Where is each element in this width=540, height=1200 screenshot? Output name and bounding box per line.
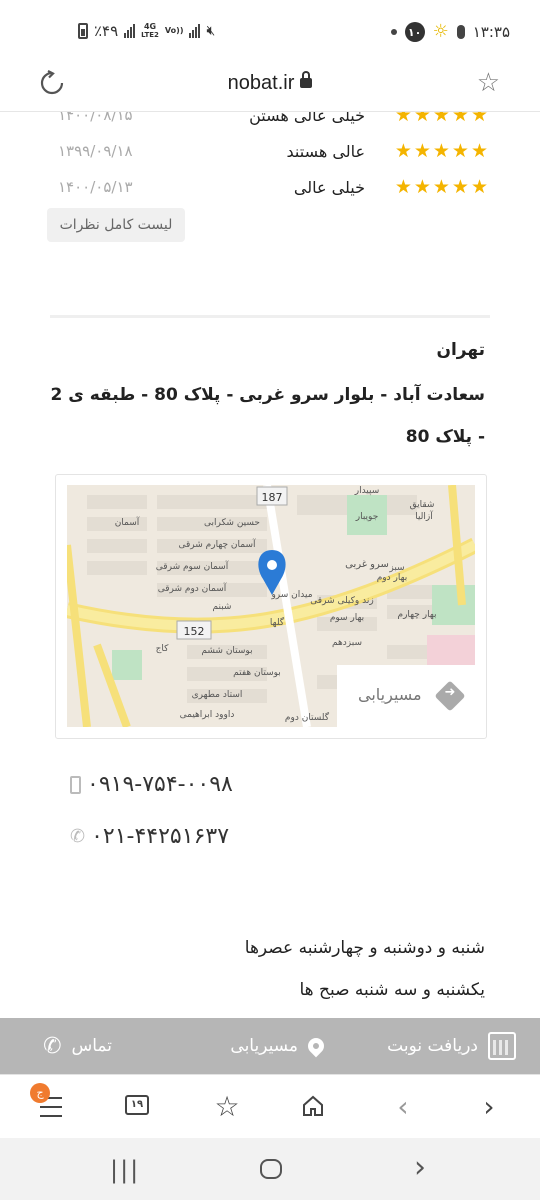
map-label: شبنم <box>213 602 232 612</box>
lock-icon <box>300 71 313 88</box>
map-label: گلها <box>270 616 285 628</box>
tab-count: ۱۹ <box>130 1099 144 1110</box>
home-icon[interactable] <box>302 1095 324 1117</box>
map-label: آسمان چهارم شرقی <box>178 538 256 550</box>
rating-stars: ★★★★★ <box>394 140 490 162</box>
review-date: ۱۳۹۹/۰۹/۱۸ <box>58 142 133 160</box>
map-label: زند وکیلی شرقی <box>310 596 373 606</box>
map-label: آسمان سوم شرقی <box>156 560 229 572</box>
mobile-phone-icon <box>70 775 81 794</box>
status-time: ۱۳:۳۵ <box>472 23 510 41</box>
back-arrow-icon[interactable]: ‹ <box>386 1091 420 1125</box>
signal-icon <box>124 24 136 38</box>
status-bar: ٪۴۹ 4G LTE2 Vo)) 🔇︎ ۱۰ ☼ ۱۳:۳۵ <box>0 0 540 62</box>
map-label: 152 <box>184 625 205 638</box>
review-text: خیلی عالی <box>293 178 365 197</box>
contact-label: تماس <box>71 1036 113 1056</box>
review-item: ★★★★★ خیلی عالی ۱۴۰۰/۰۵/۱۳ <box>50 170 490 202</box>
map-label: شقایق <box>410 500 435 510</box>
section-divider <box>50 315 490 318</box>
browser-toolbar: ج ۱۹ ☆ ‹ › <box>0 1074 540 1138</box>
url-field[interactable]: nobat.ir <box>0 71 540 95</box>
review-date: ۱۴۰۰/۰۵/۱۳ <box>58 178 133 196</box>
rating-stars: ★★★★★ <box>394 112 490 126</box>
route-button[interactable]: مسیریابی <box>230 1018 328 1074</box>
url-text: nobat.ir <box>227 72 295 94</box>
map-label: داوود ابراهیمی <box>180 710 235 720</box>
working-hours-line: شنبه و دوشنبه و چهارشنبه عصرها <box>244 938 485 958</box>
get-appointment-button[interactable]: دریافت نوبت <box>387 1018 516 1074</box>
map-label: بوستان ششم <box>201 646 252 656</box>
map-label: کاج <box>156 644 170 654</box>
forward-arrow-icon[interactable]: › <box>472 1091 506 1125</box>
map-label: سپیدار <box>354 486 380 496</box>
landline-number[interactable]: ✆ ۰۲۱-۴۴۲۵۱۶۳۷ <box>70 824 229 849</box>
contact-button[interactable]: تماس ✆ <box>43 1018 112 1074</box>
map-label: سبزدهم <box>332 638 362 648</box>
network-type: 4G LTE2 <box>141 22 159 40</box>
mute-icon: 🔇︎ <box>206 23 216 39</box>
map-label: بهار سوم <box>330 613 364 623</box>
address-text: سعادت آباد - بلوار سرو غربی - پلاک 80 - … <box>50 385 485 447</box>
browser-url-bar: nobat.ir ☆ <box>0 62 540 112</box>
mobile-number[interactable]: ۰۹۱۹-۷۵۴-۰۰۹۸ <box>70 772 233 797</box>
microphone-icon <box>456 25 465 39</box>
map-label: 187 <box>262 491 283 504</box>
map-label: حسین شکرابی <box>204 518 260 528</box>
rating-stars: ★★★★★ <box>394 176 490 198</box>
mobile-number-text: ۰۹۱۹-۷۵۴-۰۰۹۸ <box>87 772 233 797</box>
signal-icon-2 <box>189 24 201 38</box>
review-item: ★★★★★ خیلی عالی هستن ۱۴۰۰/۰۸/۱۵ <box>50 112 490 130</box>
phone-icon: ✆ <box>70 826 86 847</box>
map-label: آسمان <box>115 516 140 528</box>
weather-icon: ☼ <box>432 21 449 42</box>
working-hours-line: یکشنبه و سه شنبه صبح ها <box>299 980 485 1000</box>
review-item: ★★★★★ عالی هستند ۱۳۹۹/۰۹/۱۸ <box>50 134 490 166</box>
status-right: ۱۰ ☼ ۱۳:۳۵ <box>390 21 510 42</box>
get-appointment-label: دریافت نوبت <box>387 1036 478 1056</box>
notification-dot-icon <box>390 29 397 35</box>
map-label: گلستان دوم <box>285 711 330 723</box>
review-date: ۱۴۰۰/۰۸/۱۵ <box>58 112 133 124</box>
notification-count-badge: ۱۰ <box>404 22 425 42</box>
recent-apps-icon[interactable]: ||| <box>110 1156 140 1184</box>
map-label: جویبار <box>355 512 379 522</box>
bookmark-star-icon[interactable]: ☆ <box>477 68 500 98</box>
review-text: خیلی عالی هستن <box>249 112 365 125</box>
system-nav-bar: ||| › <box>0 1138 540 1200</box>
landline-number-text: ۰۲۱-۴۴۲۵۱۶۳۷ <box>91 824 230 849</box>
map-label: سبز <box>388 563 404 573</box>
map-label: بوستان هفتم <box>233 668 281 678</box>
bookmarks-icon[interactable]: ☆ <box>210 1091 244 1125</box>
map-label: میدان سرو <box>270 590 312 600</box>
battery-level: ٪۴۹ <box>94 22 119 40</box>
map-label: بهار چهارم <box>398 610 437 620</box>
volte-indicator: Vo)) <box>164 26 184 35</box>
back-nav-icon[interactable]: › <box>414 1150 426 1185</box>
battery-icon <box>78 23 88 39</box>
phone-handset-icon: ✆ <box>43 1033 62 1059</box>
status-left: ٪۴۹ 4G LTE2 Vo)) 🔇︎ <box>78 22 215 40</box>
action-bar: دریافت نوبت مسیریابی تماس ✆ <box>0 1018 540 1074</box>
map-label: آزالیا <box>415 510 433 522</box>
city-name: تهران <box>436 340 485 360</box>
map-route-label[interactable]: مسیریابی <box>358 685 422 704</box>
review-text: عالی هستند <box>286 142 365 161</box>
map-label: استاد مطهری <box>192 690 243 700</box>
menu-badge: ج <box>30 1083 50 1103</box>
map-label: بهار دوم <box>377 573 408 583</box>
full-reviews-button[interactable]: لیست کامل نظرات <box>47 208 185 242</box>
map-card[interactable]: 187 152 سرو غربی آسمان بهار دوم بهار سوم… <box>55 474 487 739</box>
page-content: ★★★★★ خیلی عالی هستن ۱۴۰۰/۰۸/۱۵ ★★★★★ عا… <box>0 112 540 1018</box>
tabs-button[interactable]: ۱۹ <box>125 1095 149 1115</box>
map-label: سرو غربی <box>345 559 389 570</box>
route-label: مسیریابی <box>230 1036 298 1056</box>
map-label: آسمان دوم شرقی <box>158 582 227 594</box>
calendar-icon <box>488 1032 516 1060</box>
home-nav-icon[interactable] <box>260 1159 282 1179</box>
location-pin-icon <box>304 1034 328 1058</box>
